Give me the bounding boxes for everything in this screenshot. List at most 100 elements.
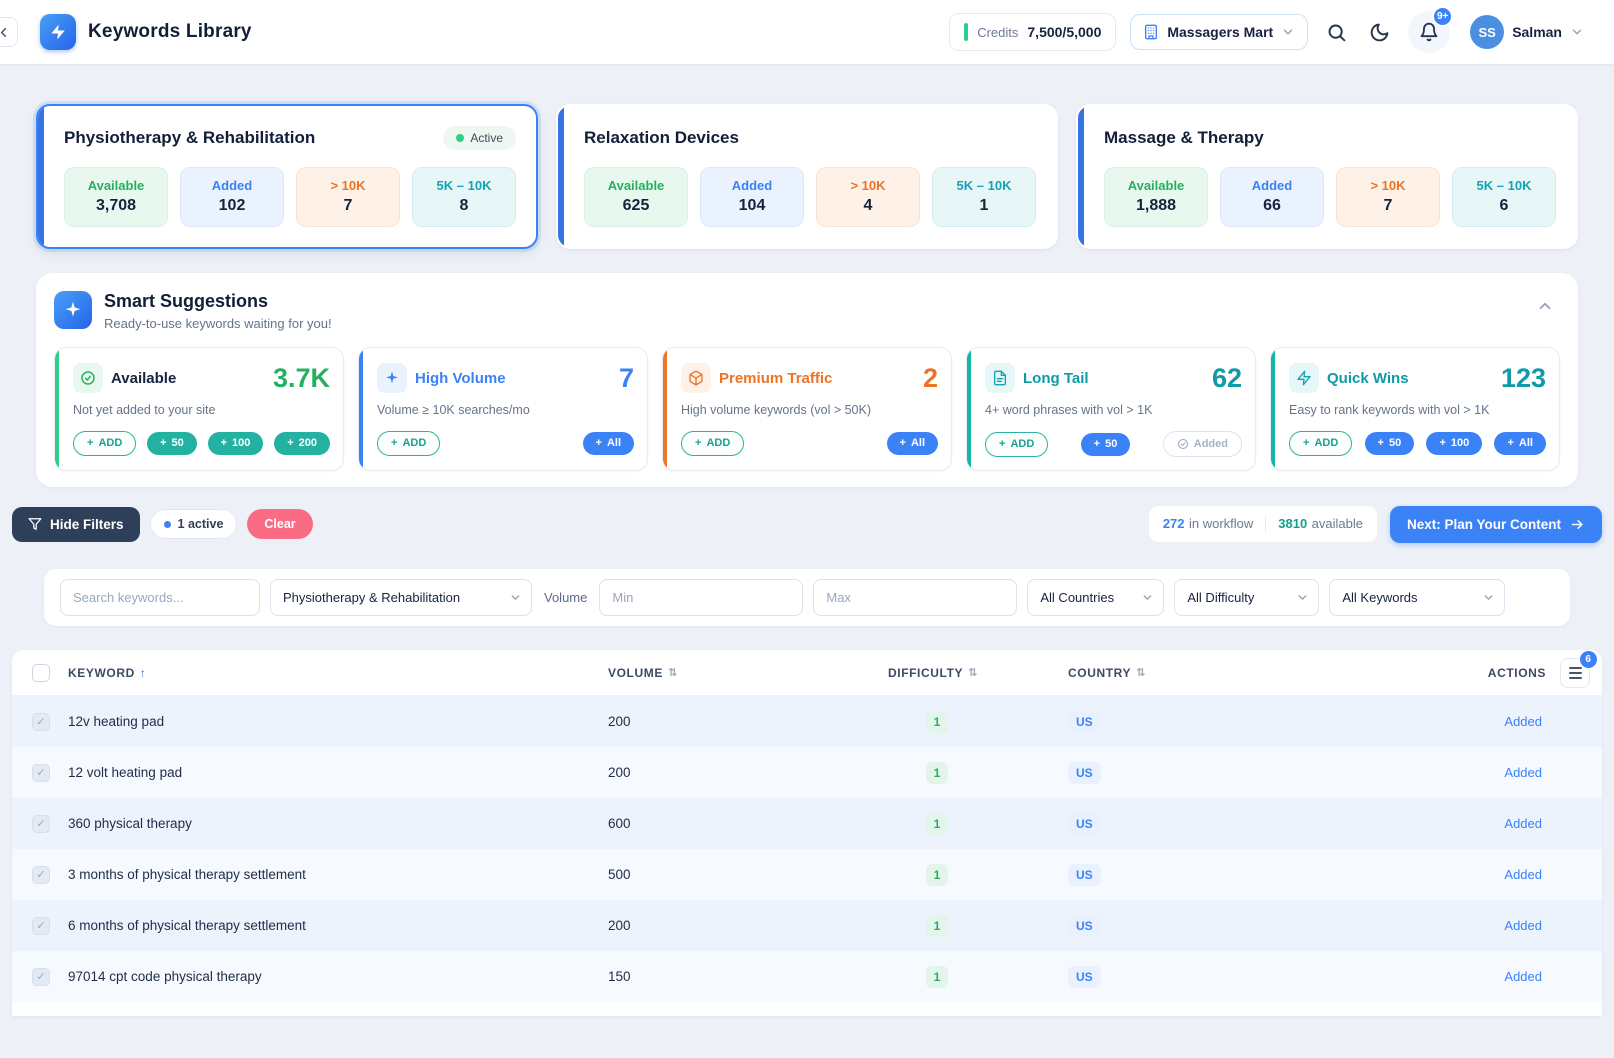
row-checkbox[interactable] [32, 713, 50, 731]
user-menu[interactable]: SS Salman [1464, 14, 1590, 50]
add-200-button[interactable]: 200 [274, 432, 330, 455]
difficulty-cell: 1 [888, 864, 1068, 886]
volume-cell: 150 [608, 969, 888, 984]
stat-value: 4 [823, 197, 913, 215]
add-50-button[interactable]: 50 [147, 432, 197, 455]
sort-keyword-header[interactable]: KEYWORD [68, 666, 608, 680]
sparkle-icon [377, 363, 407, 393]
table-row[interactable]: 97014 cpt code physical therapy 150 1 US… [12, 951, 1602, 1002]
add-all-button[interactable]: All [887, 432, 939, 455]
suggestion-desc: 4+ word phrases with vol > 1K [985, 403, 1242, 417]
added-status: Added [1398, 765, 1602, 780]
chevron-down-icon [1570, 25, 1584, 39]
table-row[interactable]: 3 months of physical therapy settlement … [12, 849, 1602, 900]
add-100-button[interactable]: 100 [208, 432, 264, 455]
country-cell: US [1068, 966, 1398, 988]
moon-icon [1369, 22, 1390, 43]
smart-suggestions-subtitle: Ready-to-use keywords waiting for you! [104, 316, 332, 331]
keywords-table: KEYWORD VOLUME DIFFICULTY COUNTRY ACTION… [12, 650, 1602, 1016]
project-card-relaxation-devices[interactable]: Relaxation Devices Available 625 Added 1… [556, 104, 1058, 249]
back-button[interactable] [0, 17, 18, 47]
suggestion-card-high-volume: High Volume 7 Volume ≥ 10K searches/mo A… [358, 347, 648, 471]
sort-difficulty-header[interactable]: DIFFICULTY [888, 666, 1068, 680]
add-button[interactable]: ADD [1289, 431, 1352, 456]
project-name: Physiotherapy & Rehabilitation [64, 128, 315, 148]
add-50-button[interactable]: 50 [1081, 433, 1131, 456]
add-button[interactable]: ADD [377, 431, 440, 456]
table-row[interactable]: 12v heating pad 200 1 US Added [12, 696, 1602, 747]
keywords-select[interactable]: All Keywords [1329, 579, 1505, 616]
credits-badge: Credits 7,500/5,000 [949, 13, 1116, 51]
added-status: Added [1398, 867, 1602, 882]
volume-max-input[interactable] [813, 579, 1017, 616]
row-checkbox[interactable] [32, 764, 50, 782]
suggestion-count: 62 [1212, 365, 1242, 392]
sort-volume-header[interactable]: VOLUME [608, 666, 888, 680]
user-name: Salman [1512, 24, 1562, 40]
volume-cell: 600 [608, 816, 888, 831]
added-button[interactable]: Added [1163, 431, 1242, 457]
card-accent-bar [1078, 106, 1084, 247]
dark-mode-toggle[interactable] [1365, 18, 1394, 47]
row-checkbox[interactable] [32, 968, 50, 986]
difficulty-cell: 1 [888, 915, 1068, 937]
stat-value: 1,888 [1111, 197, 1201, 215]
collapse-button[interactable] [1530, 291, 1560, 321]
add-all-button[interactable]: All [1494, 432, 1546, 455]
sort-country-header[interactable]: COUNTRY [1068, 666, 1398, 680]
active-label: Active [470, 131, 503, 145]
clear-filters-button[interactable]: Clear [247, 509, 312, 539]
columns-menu-button[interactable]: 6 [1560, 658, 1590, 688]
keyword-cell: 12v heating pad [68, 714, 608, 729]
header-left: Keywords Library [0, 14, 252, 50]
select-all-checkbox[interactable] [32, 664, 50, 682]
stat-available: Available 1,888 [1104, 167, 1208, 227]
add-button[interactable]: ADD [681, 431, 744, 456]
chevron-down-icon [1141, 591, 1154, 604]
hide-filters-button[interactable]: Hide Filters [12, 507, 140, 542]
next-plan-content-button[interactable]: Next: Plan Your Content [1390, 506, 1602, 543]
add-50-button[interactable]: 50 [1365, 432, 1415, 455]
filters-bar: Hide Filters 1 active Clear 272 in workf… [12, 505, 1602, 543]
search-input[interactable] [60, 579, 260, 616]
row-checkbox[interactable] [32, 815, 50, 833]
table-row[interactable]: 360 physical therapy 600 1 US Added [12, 798, 1602, 849]
country-select[interactable]: All Countries [1027, 579, 1164, 616]
arrow-right-icon [1570, 517, 1585, 532]
chevron-up-icon [1536, 297, 1554, 315]
search-button[interactable] [1322, 18, 1351, 47]
plus-icon [596, 438, 602, 449]
stat-label: > 10K [823, 178, 913, 193]
stat-available: Available 3,708 [64, 167, 168, 227]
stat-over-10k: > 10K 7 [296, 167, 400, 227]
project-card-physiotherapy[interactable]: Physiotherapy & Rehabilitation Active Av… [36, 104, 538, 249]
project-cards-row: Physiotherapy & Rehabilitation Active Av… [36, 104, 1578, 249]
volume-min-input[interactable] [599, 579, 803, 616]
keyword-cell: 360 physical therapy [68, 816, 608, 831]
notifications-button[interactable]: 9+ [1408, 11, 1450, 53]
add-100-button[interactable]: 100 [1426, 432, 1482, 455]
stat-label: 5K – 10K [939, 178, 1029, 193]
stat-value: 3,708 [71, 197, 161, 215]
available-label: available [1312, 516, 1363, 531]
project-card-massage-therapy[interactable]: Massage & Therapy Available 1,888 Added … [1076, 104, 1578, 249]
header-right: Credits 7,500/5,000 Massagers Mart 9+ SS… [949, 11, 1590, 53]
add-button[interactable]: ADD [985, 432, 1048, 457]
add-button[interactable]: ADD [73, 431, 136, 456]
add-all-button[interactable]: All [583, 432, 635, 455]
row-checkbox[interactable] [32, 917, 50, 935]
table-row[interactable]: 12 volt heating pad 200 1 US Added [12, 747, 1602, 798]
suggestion-desc: Volume ≥ 10K searches/mo [377, 403, 634, 417]
stat-value: 7 [303, 197, 393, 215]
card-accent-bar [558, 106, 564, 247]
country-cell: US [1068, 813, 1398, 835]
suggestion-title: Available [111, 370, 176, 387]
row-checkbox[interactable] [32, 866, 50, 884]
org-selector[interactable]: Massagers Mart [1130, 14, 1308, 50]
table-row[interactable]: 6 months of physical therapy settlement … [12, 900, 1602, 951]
plus-icon [1439, 438, 1445, 449]
difficulty-select[interactable]: All Difficulty [1174, 579, 1319, 616]
project-select[interactable]: Physiotherapy & Rehabilitation [270, 579, 532, 616]
plus-icon [221, 438, 227, 449]
suggestion-desc: Easy to rank keywords with vol > 1K [1289, 403, 1546, 417]
